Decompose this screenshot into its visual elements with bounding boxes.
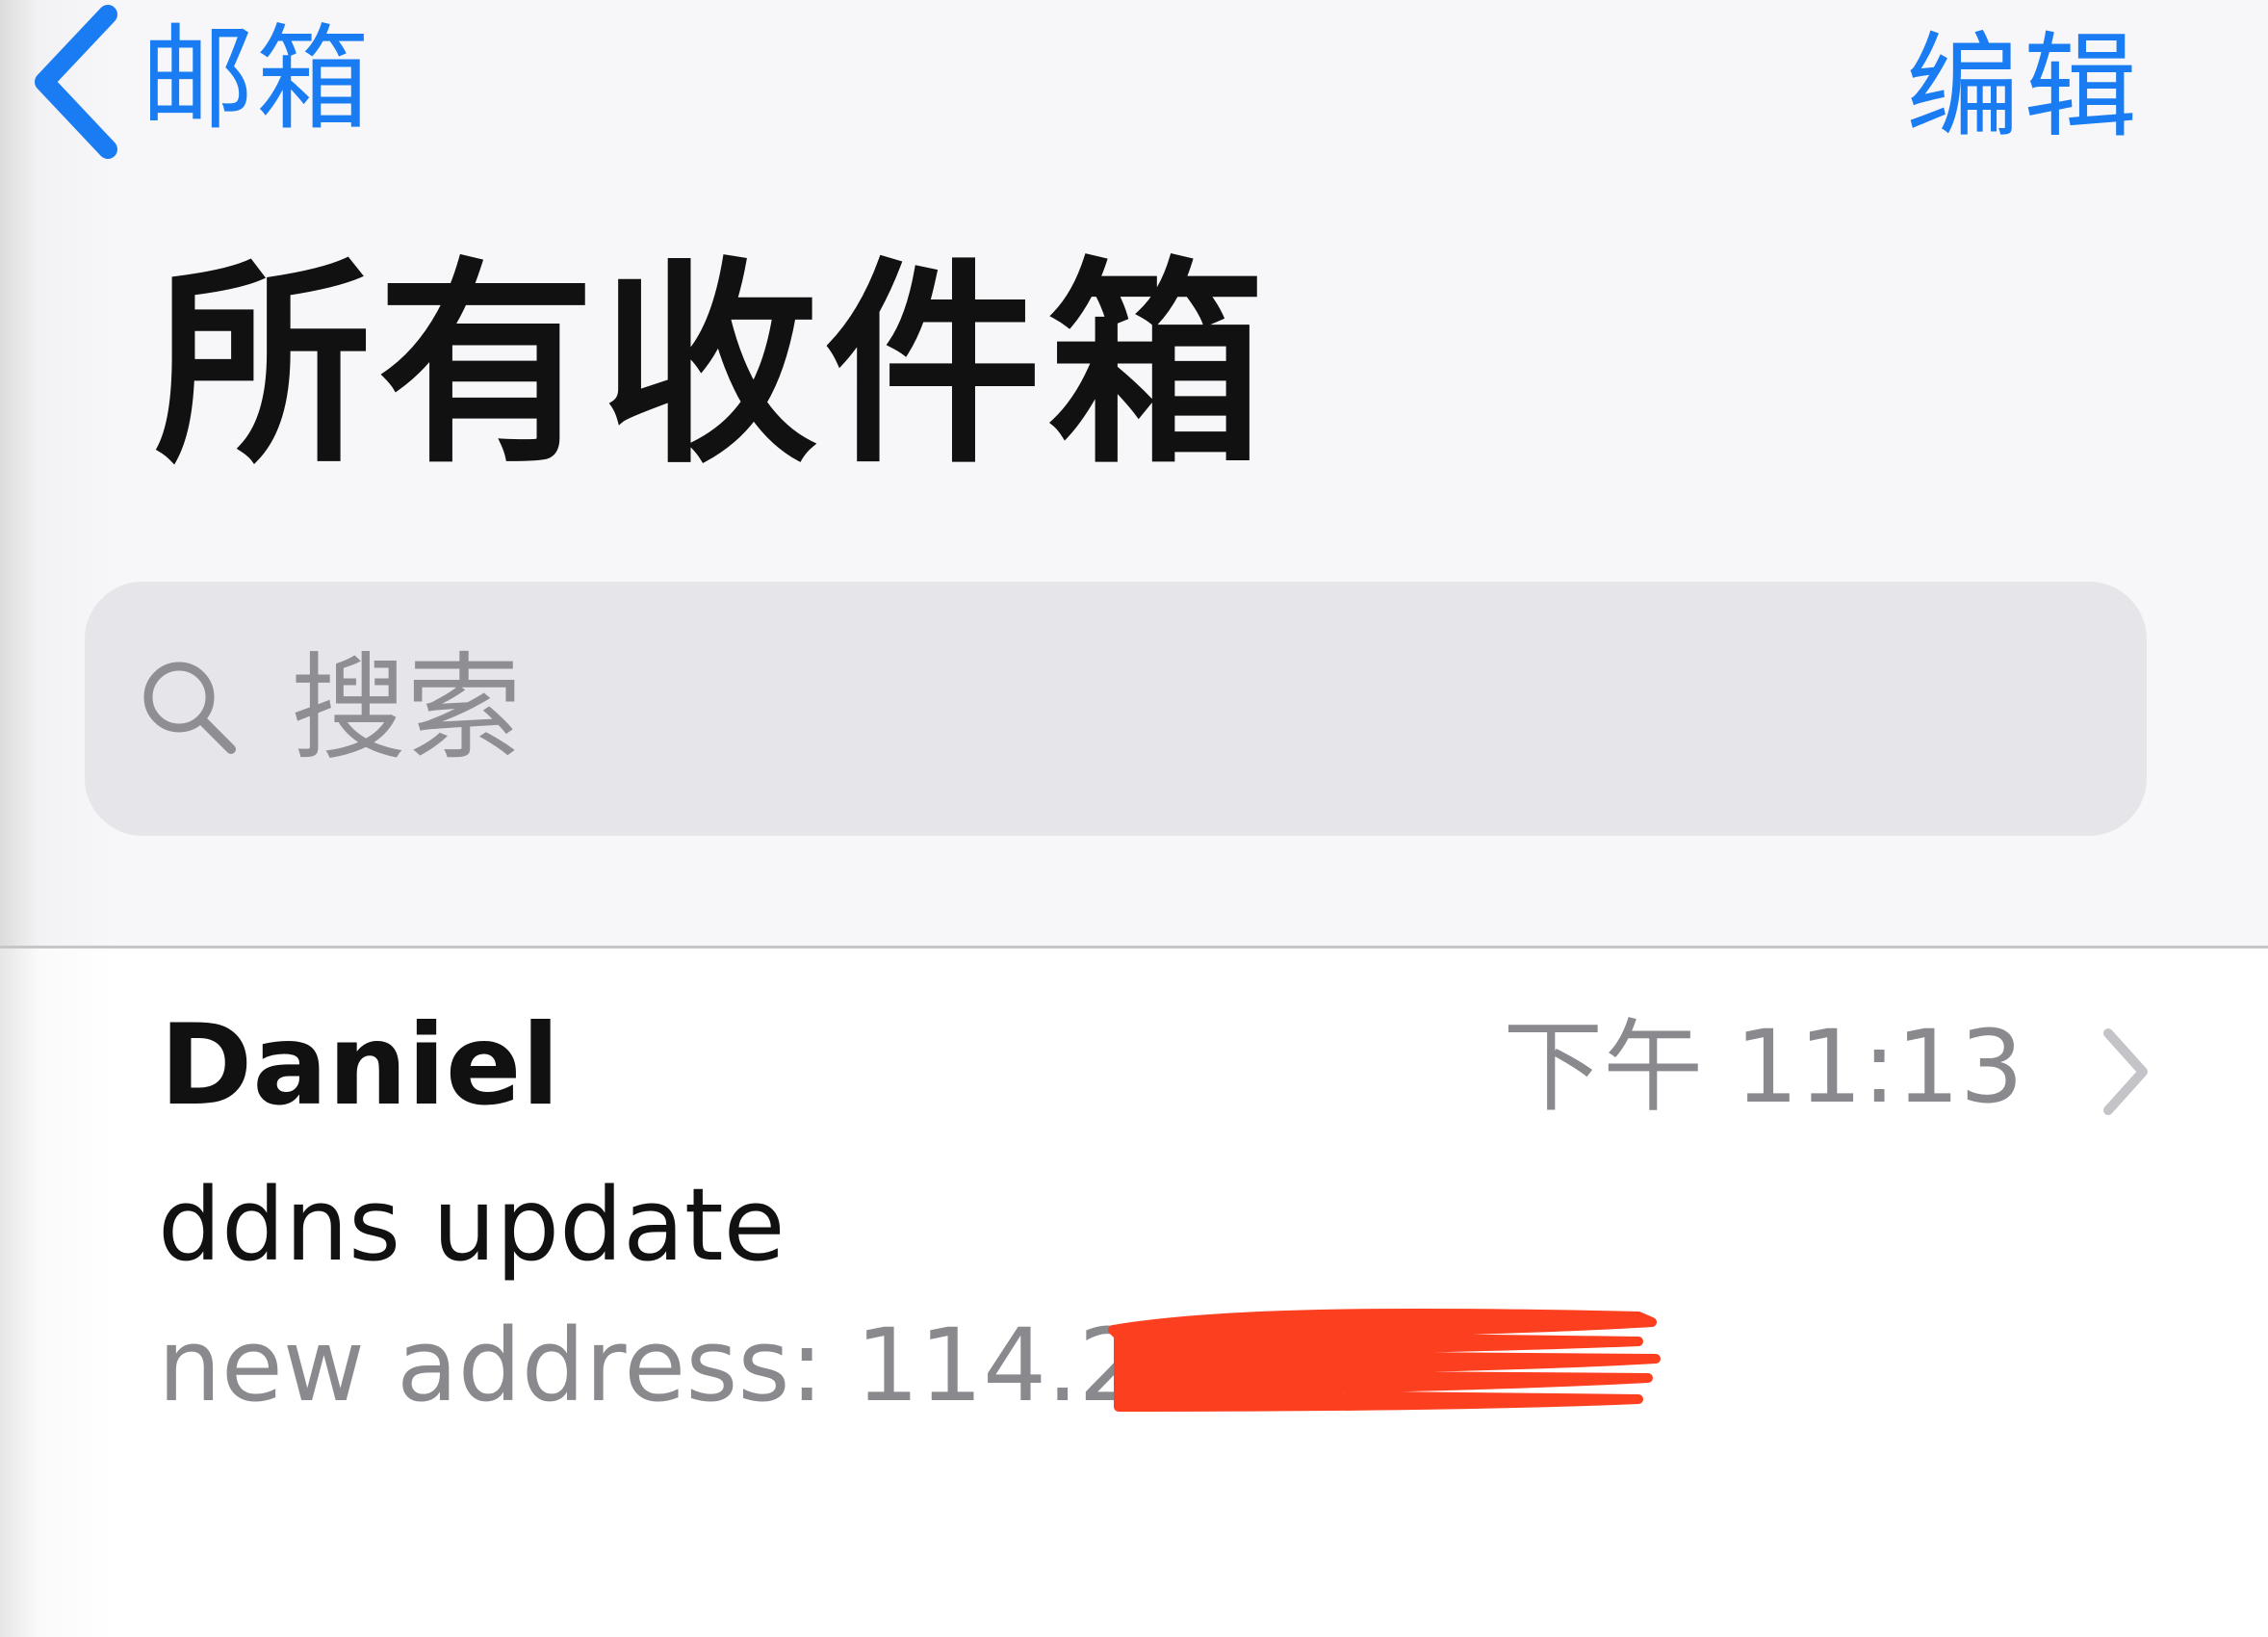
redaction-scribble [1099, 1307, 1663, 1418]
page-title: 所有收件箱 [154, 240, 1272, 493]
message-subject: ddns update [158, 1166, 786, 1284]
header-area: 邮箱 编辑 所有收件箱 [0, 0, 2268, 948]
back-button[interactable]: 邮箱 [31, 0, 372, 164]
navigation-bar: 邮箱 编辑 [0, 0, 2268, 164]
chevron-left-icon [31, 5, 119, 159]
mail-screen: 邮箱 编辑 所有收件箱 Daniel 下午 11:13 [0, 0, 2268, 1637]
search-bar[interactable] [85, 582, 2147, 836]
message-time: 下午 11:13 [1503, 1008, 2023, 1126]
back-button-label: 邮箱 [141, 13, 373, 145]
message-preview: new address: 114.25 [158, 1307, 1206, 1424]
edit-button[interactable]: 编辑 [1906, 0, 2141, 158]
search-icon [139, 657, 239, 761]
chevron-right-icon [2099, 1026, 2152, 1122]
message-list: Daniel 下午 11:13 ddns update new address:… [0, 948, 2268, 1637]
search-input[interactable] [291, 612, 2023, 805]
message-sender: Daniel [160, 1000, 560, 1130]
message-row[interactable]: Daniel 下午 11:13 ddns update new address:… [0, 948, 2268, 1488]
